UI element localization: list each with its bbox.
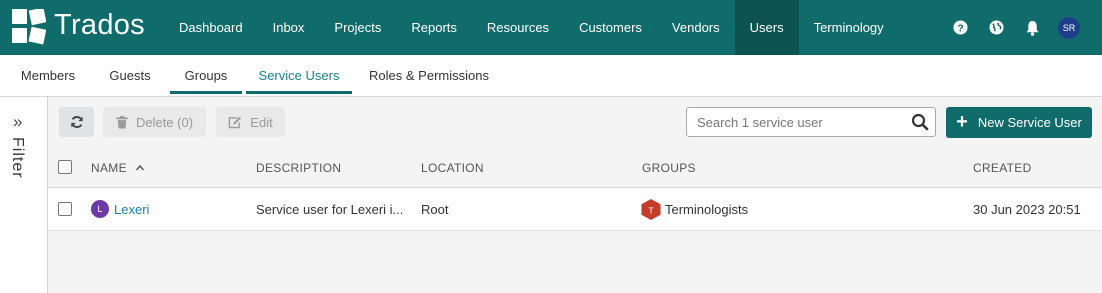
table-header: NAME DESCRIPTION LOCATION GROUPS CREATED [48, 147, 1102, 188]
user-name-link[interactable]: Lexeri [114, 202, 149, 217]
group-badge-icon: T [641, 199, 661, 220]
filter-panel-toggle[interactable]: » Filter [0, 97, 48, 293]
notification-bell-icon[interactable] [1014, 0, 1050, 55]
user-group: Terminologists [665, 202, 749, 217]
brand-name[interactable]: Trados [54, 9, 145, 42]
nav-item-vendors[interactable]: Vendors [657, 0, 735, 55]
tab-active-underline [246, 91, 352, 94]
user-location: Root [421, 202, 449, 217]
tab-service-users[interactable]: Service Users [246, 55, 352, 96]
table-row[interactable]: L Lexeri Service user for Lexeri i... Ro… [48, 188, 1102, 231]
nav-item-dashboard[interactable]: Dashboard [164, 0, 258, 55]
tab-groups-label: Groups [184, 68, 228, 83]
delete-button[interactable]: Delete (0) [103, 107, 206, 137]
tab-groups[interactable]: Groups [170, 55, 242, 96]
delete-button-label: Delete (0) [135, 114, 194, 130]
user-avatar[interactable]: SR [1058, 16, 1080, 39]
new-service-user-button[interactable]: + New Service User [946, 107, 1092, 138]
search-input[interactable] [687, 108, 897, 136]
nav-utility-icons: ? SR [942, 0, 1102, 55]
tab-members[interactable]: Members [8, 55, 88, 96]
column-header-name-label: NAME [91, 161, 127, 175]
tab-guests[interactable]: Guests [96, 55, 164, 96]
main-nav: Dashboard Inbox Projects Reports Resourc… [164, 0, 899, 55]
nav-item-terminology[interactable]: Terminology [799, 0, 899, 55]
edit-button-label: Edit [250, 114, 273, 130]
nav-item-reports[interactable]: Reports [396, 0, 472, 55]
nav-item-projects[interactable]: Projects [319, 0, 396, 55]
new-service-user-label: New Service User [977, 115, 1082, 130]
column-header-description[interactable]: DESCRIPTION [256, 161, 341, 175]
trados-logo-icon[interactable] [12, 9, 46, 45]
column-header-groups[interactable]: GROUPS [642, 161, 696, 175]
search-icon[interactable] [911, 113, 929, 131]
sort-ascending-icon [135, 164, 144, 171]
nav-item-resources[interactable]: Resources [472, 0, 564, 55]
column-header-created[interactable]: CREATED [973, 161, 1032, 175]
nav-item-inbox[interactable]: Inbox [258, 0, 320, 55]
search-box [686, 107, 936, 137]
edit-icon [229, 116, 242, 128]
tab-guests-label: Guests [109, 68, 151, 83]
refresh-icon [70, 116, 83, 128]
tab-roles-permissions-label: Roles & Permissions [369, 68, 489, 83]
filter-label: Filter [9, 137, 26, 179]
refresh-button[interactable] [59, 107, 94, 137]
help-icon[interactable]: ? [942, 0, 978, 55]
nav-item-customers[interactable]: Customers [564, 0, 657, 55]
nav-item-users[interactable]: Users [734, 0, 799, 55]
svg-text:?: ? [957, 23, 963, 34]
edit-button[interactable]: Edit [216, 107, 285, 137]
users-subtabs: Members Guests Groups Service Users Role… [0, 55, 1102, 97]
tab-roles-permissions[interactable]: Roles & Permissions [360, 55, 498, 96]
globe-icon[interactable] [978, 0, 1014, 55]
tab-service-users-label: Service Users [258, 68, 340, 83]
column-header-name[interactable]: NAME [91, 161, 145, 175]
user-description: Service user for Lexeri i... [256, 202, 404, 217]
tab-members-label: Members [20, 68, 76, 83]
user-avatar-badge: L [91, 200, 109, 218]
row-checkbox[interactable] [58, 202, 72, 216]
plus-icon: + [956, 110, 968, 133]
top-nav-bar: Trados Dashboard Inbox Projects Reports … [0, 0, 1102, 55]
column-header-location[interactable]: LOCATION [421, 161, 484, 175]
select-all-checkbox[interactable] [58, 160, 72, 174]
tab-underline [170, 91, 242, 94]
user-created: 30 Jun 2023 20:51 [973, 202, 1081, 217]
double-chevron-right-icon[interactable]: » [13, 112, 22, 132]
trash-icon [116, 115, 128, 129]
group-badge-initial: T [648, 205, 654, 215]
